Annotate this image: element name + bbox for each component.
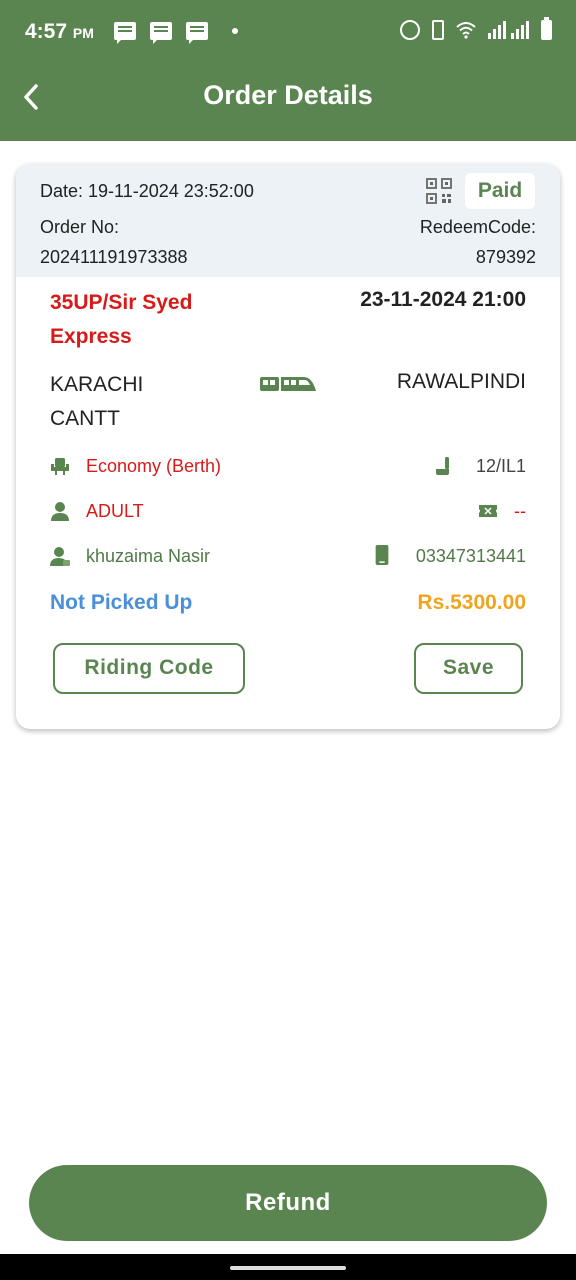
departure-datetime: 23-11-2024 21:00	[360, 288, 526, 311]
message-icon	[186, 22, 208, 44]
ticket-price: Rs.5300.00	[417, 591, 526, 614]
redeem-code: 879392	[475, 247, 536, 267]
order-date: Date: 19-11-2024 23:52:00	[40, 181, 254, 201]
wifi-icon	[456, 22, 476, 39]
message-icon	[114, 22, 136, 44]
system-nav-bar	[0, 1254, 576, 1280]
seat-icon	[51, 458, 69, 475]
notification-icons	[114, 22, 238, 44]
qr-code-icon[interactable]	[426, 178, 452, 204]
passenger-name: khuzaima Nasir	[86, 546, 211, 566]
travel-class: Economy (Berth)	[86, 456, 222, 476]
signal-icon	[488, 21, 529, 39]
ticket-extra: --	[514, 501, 526, 521]
train-name: 35UP/Sir Syed Express	[50, 291, 193, 348]
app-bar: Order Details	[0, 64, 576, 141]
save-button[interactable]: Save	[414, 643, 523, 694]
redeem-code-label: RedeemCode:	[419, 217, 536, 237]
order-card: Date: 19-11-2024 23:52:00 Paid Order No:…	[16, 164, 560, 729]
more-notifications-icon	[232, 28, 238, 34]
status-time: 4:57 PM	[25, 20, 94, 43]
alarm-icon	[400, 20, 420, 40]
person-icon	[51, 502, 69, 521]
refund-button[interactable]: Refund	[29, 1165, 547, 1241]
phone-number: 03347313441	[415, 546, 526, 566]
order-card-header: Date: 19-11-2024 23:52:00 Paid Order No:…	[16, 164, 560, 277]
seat-number: 12/IL1	[475, 456, 526, 476]
battery-icon	[541, 17, 552, 40]
riding-code-button[interactable]: Riding Code	[53, 643, 245, 694]
vibrate-icon	[432, 20, 444, 40]
page-title: Order Details	[203, 80, 373, 110]
message-icon	[150, 22, 172, 44]
home-handle[interactable]	[230, 1266, 346, 1270]
system-icons	[400, 17, 552, 40]
passenger-type: ADULT	[86, 501, 144, 521]
order-number: 202411191973388	[40, 247, 188, 267]
pickup-status: Not Picked Up	[50, 591, 193, 614]
ticket-icon	[479, 505, 497, 517]
origin-station: KARACHI CANTT	[50, 373, 144, 430]
status-bar: 4:57 PM	[0, 0, 576, 64]
train-icon	[260, 377, 316, 391]
destination-station: RAWALPINDI	[396, 370, 526, 393]
order-no-label: Order No:	[40, 217, 120, 237]
berth-icon	[436, 457, 449, 475]
phone-icon	[375, 545, 389, 565]
payment-status-badge: Paid	[465, 173, 535, 209]
user-badge-icon	[50, 547, 70, 566]
